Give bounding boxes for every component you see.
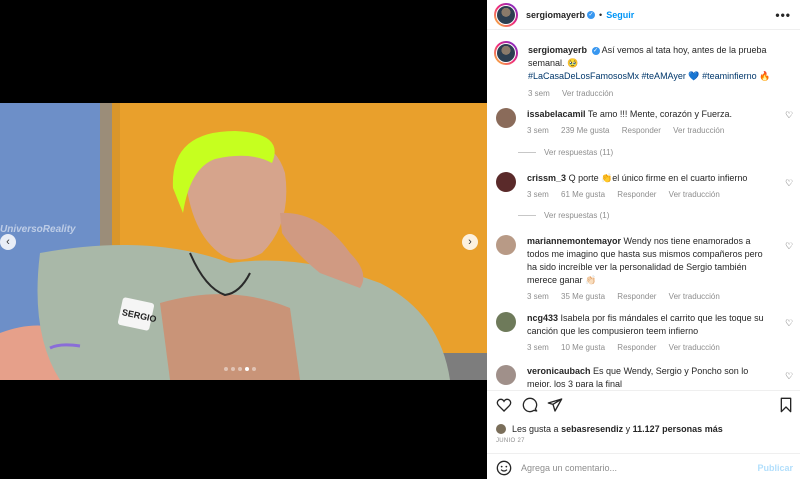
like-comment-heart-icon[interactable]: ♡ xyxy=(785,110,793,121)
comment-time: 3 sem xyxy=(527,343,549,352)
media-panel: SERGIO UniversoReality ‹ › xyxy=(0,0,487,479)
photo-illustration: SERGIO xyxy=(0,103,487,380)
profile-picture xyxy=(497,44,515,62)
replies-label: Ver respuestas (1) xyxy=(544,211,610,220)
avatar[interactable] xyxy=(496,172,516,192)
avatar[interactable] xyxy=(496,108,516,128)
comment-likes[interactable]: 239 Me gusta xyxy=(561,126,609,135)
more-options-icon[interactable]: ••• xyxy=(775,8,791,22)
avatar[interactable] xyxy=(496,424,506,434)
publish-button[interactable]: Publicar xyxy=(757,463,793,473)
reply-button[interactable]: Responder xyxy=(617,343,656,352)
profile-picture xyxy=(497,5,515,24)
chevron-right-icon: › xyxy=(468,235,472,248)
liked-by-user[interactable]: sebasresendiz xyxy=(561,424,623,434)
caption-time: 3 sem xyxy=(528,89,550,98)
carousel-dot xyxy=(224,367,228,371)
carousel-dots xyxy=(224,367,256,371)
view-replies-button[interactable]: Ver respuestas (11) xyxy=(518,148,613,157)
reply-button[interactable]: Responder xyxy=(617,292,656,301)
avatar[interactable] xyxy=(494,41,518,65)
comment-username[interactable]: ncg433 xyxy=(527,313,558,323)
comment-time: 3 sem xyxy=(527,190,549,199)
view-replies-button[interactable]: Ver respuestas (1) xyxy=(518,211,609,220)
carousel-dot-active xyxy=(245,367,249,371)
avatar[interactable] xyxy=(496,312,516,332)
comment-time: 3 sem xyxy=(527,292,549,301)
comment-username[interactable]: mariannemontemayor xyxy=(527,236,621,246)
translate-link[interactable]: Ver traducción xyxy=(669,190,720,199)
caption-meta: 3 sem Ver traducción xyxy=(528,87,790,100)
caption-body: sergiomayerb ✓ Así vemos al tata hoy, an… xyxy=(528,44,790,100)
like-comment-heart-icon[interactable]: ♡ xyxy=(785,241,793,252)
comment-text: Isabela por fis mándales el carrito que … xyxy=(527,313,764,336)
reply-button[interactable]: Responder xyxy=(617,190,656,199)
carousel-dot xyxy=(231,367,235,371)
chevron-left-icon: ‹ xyxy=(6,235,10,248)
translate-link[interactable]: Ver traducción xyxy=(562,89,613,98)
comment-text: Q porte 👏el único firme en el cuarto inf… xyxy=(568,173,748,183)
post-header: sergiomayerb ✓ • Seguir ••• xyxy=(487,0,800,30)
instagram-post-view: SERGIO UniversoReality ‹ › sergiomayerb … xyxy=(0,0,800,479)
post-date: JUNIO 27 xyxy=(496,438,525,444)
likes-summary: Les gusta a sebasresendiz y 11.127 perso… xyxy=(496,424,723,434)
comment-item: veronicaubach Es que Wendy, Sergio y Pon… xyxy=(496,365,796,387)
comment-username[interactable]: issabelacamil xyxy=(527,109,586,119)
verified-icon: ✓ xyxy=(591,46,600,55)
likes-count-link[interactable]: 11.127 personas más xyxy=(633,424,723,434)
post-actions: Les gusta a sebasresendiz y 11.127 perso… xyxy=(487,390,800,479)
avatar[interactable] xyxy=(494,2,518,27)
watermark-text: UniversoReality xyxy=(0,224,76,235)
translate-link[interactable]: Ver traducción xyxy=(669,343,720,352)
comment-input[interactable] xyxy=(521,462,741,473)
header-username[interactable]: sergiomayerb xyxy=(526,10,585,20)
bookmark-icon[interactable] xyxy=(778,397,794,413)
add-comment-bar: Publicar xyxy=(487,453,800,479)
avatar[interactable] xyxy=(496,365,516,385)
comment-likes[interactable]: 61 Me gusta xyxy=(561,190,605,199)
reply-button[interactable]: Responder xyxy=(622,126,661,135)
comment-bubble-icon[interactable] xyxy=(522,397,538,413)
like-heart-icon[interactable] xyxy=(496,397,512,413)
carousel-dot xyxy=(238,367,242,371)
like-comment-heart-icon[interactable]: ♡ xyxy=(785,178,793,189)
like-comment-heart-icon[interactable]: ♡ xyxy=(785,318,793,329)
post-photo[interactable]: SERGIO UniversoReality xyxy=(0,103,487,380)
translate-link[interactable]: Ver traducción xyxy=(673,126,724,135)
comment-likes[interactable]: 35 Me gusta xyxy=(561,292,605,301)
like-comment-heart-icon[interactable]: ♡ xyxy=(785,371,793,382)
comment-username[interactable]: veronicaubach xyxy=(527,366,591,376)
next-media-button[interactable]: › xyxy=(462,234,478,250)
comment-time: 3 sem xyxy=(527,126,549,135)
comment-username[interactable]: crissm_3 xyxy=(527,173,566,183)
carousel-dot xyxy=(252,367,256,371)
share-send-icon[interactable] xyxy=(547,397,563,413)
comment-text: Te amo !!! Mente, corazón y Fuerza. xyxy=(587,109,732,119)
caption-username[interactable]: sergiomayerb xyxy=(528,45,587,55)
verified-icon: ✓ xyxy=(587,10,596,19)
caption-hashtags[interactable]: #LaCasaDeLosFamososMx #teAMAyer 💙 #teami… xyxy=(528,71,770,81)
prev-media-button[interactable]: ‹ xyxy=(0,234,16,250)
translate-link[interactable]: Ver traducción xyxy=(669,292,720,301)
post-sidebar: sergiomayerb ✓ • Seguir ••• sergiomayerb… xyxy=(487,0,800,479)
avatar[interactable] xyxy=(496,235,516,255)
replies-label: Ver respuestas (11) xyxy=(544,148,614,157)
comment-likes[interactable]: 10 Me gusta xyxy=(561,343,605,352)
follow-button[interactable]: Seguir xyxy=(606,10,634,20)
emoji-icon[interactable] xyxy=(496,460,512,476)
